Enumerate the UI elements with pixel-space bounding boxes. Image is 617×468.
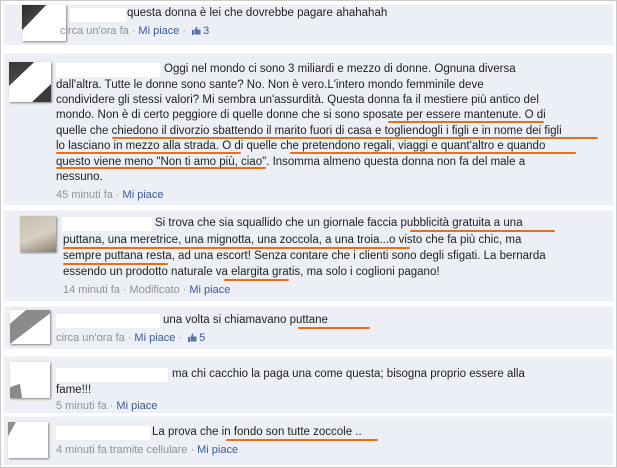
comment-line: Si trova che sia squallido che un giorna… (155, 217, 523, 229)
comment-time[interactable]: circa un'ora fa (56, 332, 125, 344)
avatar[interactable] (10, 310, 50, 344)
comment-line: dall'altra. Tutte le donne sono sante? N… (56, 79, 484, 91)
modified-label[interactable]: Modificato (130, 284, 180, 296)
commenter-name[interactable] (56, 63, 160, 77)
comment-line: nessuno. (56, 171, 103, 183)
like-link[interactable]: Mi piace (189, 284, 230, 296)
like-count[interactable]: 3 (203, 25, 209, 37)
comment-meta: circa un'ora fa · Mi piace · 3 (60, 25, 210, 37)
commenter-name[interactable] (70, 8, 126, 22)
highlight-underline (56, 167, 266, 169)
comment-line: fame!!! (56, 384, 92, 396)
highlight-underline (226, 439, 378, 441)
comment-time[interactable]: circa un'ora fa (60, 25, 129, 37)
highlight-underline (388, 121, 544, 123)
comment-line: Oggi nel mondo ci sono 3 miliardi e mezz… (164, 63, 516, 75)
comment-text: una volta si chiamavano puttane (163, 314, 328, 326)
highlight-underline (112, 137, 598, 139)
commenter-name[interactable] (56, 314, 160, 328)
comment-text: questa donna è lei che dovrebbe pagare a… (127, 7, 388, 19)
comment-time[interactable]: 5 minuti fa (56, 400, 107, 412)
comment-line: puttana, una meretrice, una mignotta, un… (63, 234, 522, 246)
thumbs-up-icon[interactable] (192, 25, 201, 35)
like-link[interactable]: Mi piace (138, 25, 179, 37)
avatar[interactable] (20, 216, 56, 252)
avatar[interactable] (10, 362, 50, 398)
comment-line: essendo un prodotto naturale va elargita… (63, 266, 440, 278)
comment-text: La prova che in fondo son tutte zoccole … (152, 426, 362, 438)
commenter-name[interactable] (56, 426, 150, 440)
comment-meta: circa un'ora fa · Mi piace · 5 (56, 332, 206, 344)
thumbs-up-icon[interactable] (188, 332, 197, 342)
comment-meta: 45 minuti fa · Mi piace (56, 189, 164, 201)
comment-meta: 14 minuti fa · Modificato · Mi piace (63, 284, 231, 296)
comment-line: ma chi cacchio la paga una come questa; … (172, 368, 525, 380)
like-link[interactable]: Mi piace (134, 332, 175, 344)
commenter-name[interactable] (62, 217, 152, 231)
highlight-underline (298, 327, 370, 329)
comment-line: condividere gli stessi valori? Mi sembra… (56, 94, 539, 106)
highlight-underline (63, 263, 168, 265)
comment-line: sempre puttana resta, ad una escort! Sen… (63, 250, 546, 262)
like-link[interactable]: Mi piace (197, 444, 238, 456)
like-count[interactable]: 5 (199, 332, 205, 344)
like-link[interactable]: Mi piace (116, 400, 157, 412)
highlight-underline (56, 152, 241, 154)
commenter-name[interactable] (56, 368, 168, 382)
comment-time[interactable]: 4 minuti fa tramite cellulare (56, 444, 187, 456)
highlight-underline (224, 279, 289, 281)
avatar[interactable] (8, 422, 48, 458)
highlight-underline (290, 152, 576, 154)
comment-time[interactable]: 45 minuti fa (56, 189, 113, 201)
comment-time[interactable]: 14 minuti fa (63, 284, 120, 296)
comment-meta: 4 minuti fa tramite cellulare · Mi piace (56, 444, 239, 456)
avatar[interactable] (9, 62, 51, 102)
comment-meta: 5 minuti fa · Mi piace (56, 400, 158, 412)
highlight-underline (63, 247, 410, 249)
like-link[interactable]: Mi piace (123, 189, 164, 201)
highlight-underline (410, 230, 555, 232)
